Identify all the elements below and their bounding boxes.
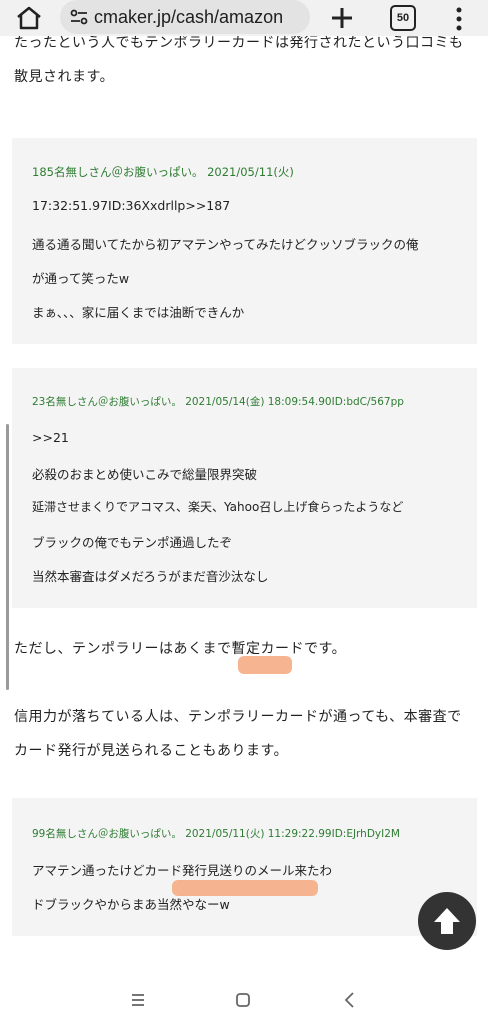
plus-icon xyxy=(332,8,352,28)
home-icon xyxy=(17,6,41,30)
credit-paragraph: 信用力が落ちている人は、テンポラリーカードが通っても、本審査で カード発行が見送… xyxy=(14,700,479,768)
quote-line: 延滞させまくりでアコマス、楽天、Yahoo召し上げ食らったようなど xyxy=(32,500,404,514)
url-text: cmaker.jp/cash/amazon xyxy=(94,6,284,27)
quote-header: 185名無しさん＠お腹いっぱい。 2021/05/11(火) xyxy=(32,165,294,179)
quote-line: 当然本審査はダメだろうがまだ音沙汰なし xyxy=(32,569,269,584)
nav-home-icon[interactable] xyxy=(231,988,255,1012)
page-content: たったという人でもテンポラリーカードは発行されたという口コミも 散見されます。 … xyxy=(0,36,488,976)
text-line: 信用力が落ちている人は、テンポラリーカードが通っても、本審査で xyxy=(14,709,462,725)
new-tab-button[interactable] xyxy=(328,4,356,32)
text-line: 散見されます。 xyxy=(14,69,115,85)
quote-line: >>21 xyxy=(32,430,69,445)
quote-line: 通る通る聞いてたから初アマテンやってみたけどクッソブラックの俺 xyxy=(32,237,419,252)
site-settings-icon[interactable] xyxy=(68,6,90,28)
menu-button[interactable] xyxy=(452,6,466,32)
forum-quote: 23名無しさん＠お腹いっぱい。 2021/05/14(金) 18:09:54.9… xyxy=(12,368,477,608)
scroll-to-top-button[interactable] xyxy=(418,892,476,950)
scrollbar[interactable] xyxy=(6,424,9,690)
text-line: カード発行が見送られることもあります。 xyxy=(14,743,289,759)
recents-icon[interactable] xyxy=(126,988,150,1012)
system-navigation-bar xyxy=(0,976,488,1024)
forum-quote: 185名無しさん＠お腹いっぱい。 2021/05/11(火) 17:32:51.… xyxy=(12,138,477,344)
forum-quote: 99名無しさん＠お腹いっぱい。 2021/05/11(火) 11:29:22.9… xyxy=(12,798,477,936)
quote-line: アマテン通ったけどカード発行見送りのメール来たわ xyxy=(32,863,333,878)
tab-switcher-button[interactable]: 50 xyxy=(390,5,416,31)
arrow-up-icon xyxy=(434,908,460,934)
quote-line: 必殺のおまとめ使いこみで総量限界突破 xyxy=(32,467,258,482)
address-bar[interactable]: cmaker.jp/cash/amazon xyxy=(60,0,310,34)
home-button[interactable] xyxy=(14,6,44,30)
text-line: たったという人でもテンポラリーカードは発行されたという口コミも xyxy=(14,36,464,51)
browser-toolbar: cmaker.jp/cash/amazon 50 xyxy=(0,0,488,36)
quote-line: ドブラックやからまあ当然やなーw xyxy=(32,897,230,912)
quote-line: が通って笑ったw xyxy=(32,271,130,286)
quote-line: ブラックの俺でもテンポ通過したぞ xyxy=(32,535,233,550)
back-icon[interactable] xyxy=(338,988,362,1012)
quote-header: 99名無しさん＠お腹いっぱい。 2021/05/11(火) 11:29:22.9… xyxy=(32,828,400,840)
quote-line: 17:32:51.97ID:36Xxdrllp>>187 xyxy=(32,198,231,213)
caution-paragraph: ただし、テンポラリーはあくまで暫定カードです。 xyxy=(14,641,347,657)
quote-header: 23名無しさん＠お腹いっぱい。 2021/05/14(金) 18:09:54.9… xyxy=(32,396,404,408)
more-vert-icon xyxy=(456,7,462,31)
intro-paragraph: たったという人でもテンポラリーカードは発行されたという口コミも 散見されます。 xyxy=(14,36,479,94)
quote-line: まぁ、、、家に届くまでは油断できんか xyxy=(32,305,245,320)
